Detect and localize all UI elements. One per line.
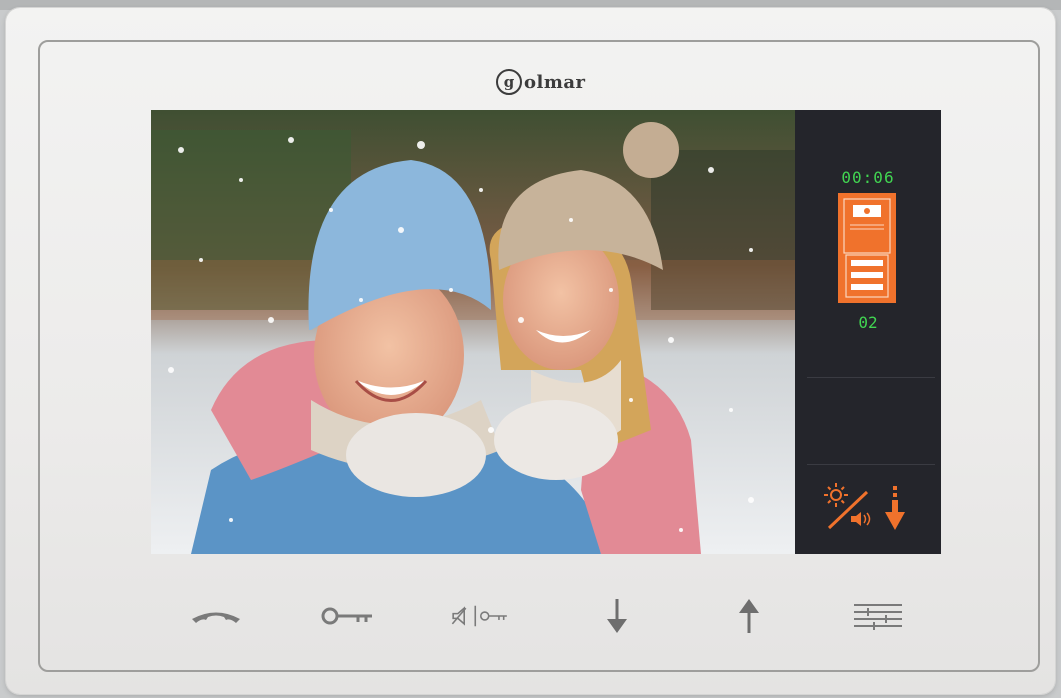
call-info-panel: 00:06 02: [795, 110, 941, 554]
camera-video-feed: [151, 110, 795, 554]
menu-button[interactable]: [848, 598, 908, 634]
down-button[interactable]: [587, 598, 647, 634]
video-intercom-monitor: g olmar 00:06 02: [6, 8, 1055, 694]
panel-divider: [807, 464, 935, 465]
panel-divider: [807, 377, 935, 378]
door-panel-icon: [838, 193, 896, 303]
hang-up-button[interactable]: [186, 598, 246, 634]
mute-key-icon: [451, 605, 507, 627]
apartment-number: 02: [858, 313, 878, 332]
brand-logo: g olmar: [496, 64, 586, 100]
key-icon: [321, 607, 372, 625]
sliders-icon: [854, 604, 902, 630]
handset-icon: [192, 612, 240, 623]
logo-mark: g: [496, 69, 522, 95]
down-arrow-icon[interactable]: [883, 486, 907, 532]
call-timer: 00:06: [841, 168, 895, 187]
video-image: [151, 110, 795, 554]
arrow-down-icon: [607, 599, 627, 633]
mute-key-button[interactable]: [450, 598, 510, 634]
up-button[interactable]: [719, 598, 779, 634]
brightness-volume-icon[interactable]: [823, 482, 879, 532]
arrow-up-icon: [739, 599, 759, 633]
door-open-button[interactable]: [318, 598, 378, 634]
display-screen: 00:06 02: [151, 110, 941, 554]
logo-text: olmar: [524, 71, 586, 93]
